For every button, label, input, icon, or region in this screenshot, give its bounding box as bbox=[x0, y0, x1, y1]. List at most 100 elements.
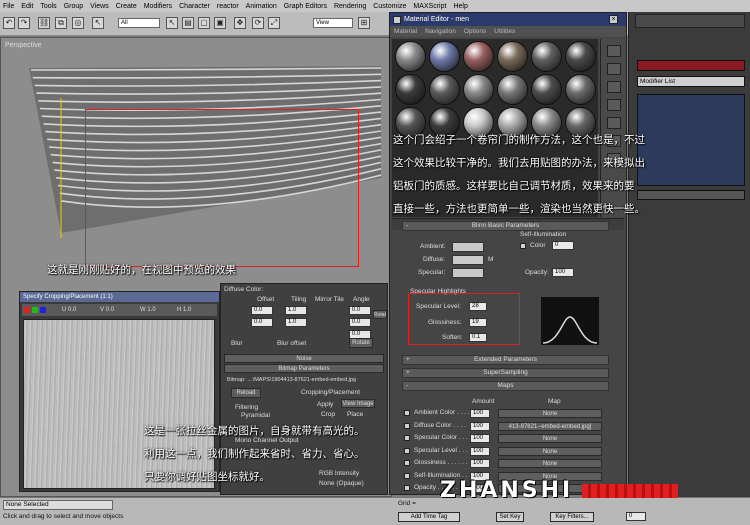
menu-help[interactable]: Help bbox=[453, 3, 467, 10]
command-panel-tabs[interactable] bbox=[635, 14, 745, 28]
crop-h-value[interactable]: H 1.0 bbox=[177, 304, 191, 316]
window-crossing-icon[interactable]: ▣ bbox=[214, 17, 226, 29]
key-filters-button[interactable]: Key Filters... bbox=[550, 512, 594, 522]
redo-icon[interactable]: ↷ bbox=[18, 17, 30, 29]
object-color-swatch[interactable] bbox=[637, 60, 745, 71]
noise-rollout[interactable]: Noise bbox=[224, 354, 384, 363]
sample-sphere[interactable] bbox=[463, 41, 494, 72]
map-amount-spinner[interactable]: 100 bbox=[470, 434, 490, 443]
sample-sphere[interactable] bbox=[565, 41, 596, 72]
unlink-icon[interactable]: ⧉ bbox=[55, 17, 67, 29]
menu-modifiers[interactable]: Modifiers bbox=[144, 3, 172, 10]
map-amount-spinner[interactable]: 100 bbox=[470, 459, 490, 468]
map-enable-checkbox[interactable] bbox=[404, 422, 410, 429]
sample-sphere[interactable] bbox=[463, 74, 494, 105]
map-slot-button[interactable]: None bbox=[498, 459, 602, 468]
undo-icon[interactable]: ↶ bbox=[3, 17, 15, 29]
red-channel-icon[interactable] bbox=[24, 307, 30, 313]
rotate-side-button[interactable]: Rotat bbox=[373, 310, 387, 319]
sample-sphere[interactable] bbox=[395, 74, 426, 105]
sample-sphere[interactable] bbox=[565, 74, 596, 105]
menu-group[interactable]: Group bbox=[64, 3, 83, 10]
bitmap-params-rollout[interactable]: Bitmap Parameters bbox=[224, 364, 384, 373]
map-slot-button[interactable]: None bbox=[498, 434, 602, 443]
menu-graph-editors[interactable]: Graph Editors bbox=[284, 3, 327, 10]
map-enable-checkbox[interactable] bbox=[404, 435, 410, 441]
link-icon[interactable]: ⛓ bbox=[38, 17, 50, 29]
green-channel-icon[interactable] bbox=[32, 307, 38, 313]
reload-button[interactable]: Reload bbox=[231, 388, 261, 398]
rollout-maps[interactable]: - Maps bbox=[402, 381, 609, 391]
rollout-extended[interactable]: + Extended Parameters bbox=[402, 355, 609, 365]
me-menu-navigation[interactable]: Navigation bbox=[425, 26, 456, 37]
select-object-icon[interactable]: ↖ bbox=[166, 17, 178, 29]
menu-maxscript[interactable]: MAXScript bbox=[413, 3, 446, 10]
rotate-icon[interactable]: ⟳ bbox=[252, 17, 264, 29]
modifier-stack[interactable] bbox=[637, 94, 745, 186]
specular-swatch[interactable] bbox=[452, 268, 484, 278]
menu-rendering[interactable]: Rendering bbox=[334, 3, 366, 10]
menu-animation[interactable]: Animation bbox=[246, 3, 277, 10]
side-tool-icon[interactable] bbox=[607, 63, 621, 75]
ambient-swatch[interactable] bbox=[452, 242, 484, 252]
crop-v-value[interactable]: V 0.0 bbox=[100, 304, 114, 316]
sample-sphere[interactable] bbox=[429, 74, 460, 105]
me-menu-utilities[interactable]: Utilities bbox=[494, 26, 515, 37]
map-amount-spinner[interactable]: 100 bbox=[470, 421, 490, 431]
diffuse-swatch[interactable] bbox=[452, 255, 484, 265]
blue-channel-icon[interactable] bbox=[40, 307, 46, 313]
select-move-icon[interactable]: ✥ bbox=[234, 17, 246, 29]
map-enable-checkbox[interactable] bbox=[404, 460, 410, 466]
side-tool-icon[interactable] bbox=[607, 99, 621, 111]
pyramidal-radio[interactable]: Pyramidal bbox=[241, 412, 270, 419]
angle-v[interactable]: 0.0 bbox=[349, 318, 371, 327]
sample-sphere[interactable] bbox=[429, 41, 460, 72]
set-key-button[interactable]: Set Key bbox=[496, 512, 524, 522]
rect-region-icon[interactable]: ▢ bbox=[198, 17, 210, 29]
frame-spinner[interactable]: 0 bbox=[626, 512, 646, 521]
side-tool-icon[interactable] bbox=[607, 117, 621, 129]
sample-sphere[interactable] bbox=[395, 41, 426, 72]
side-tool-icon[interactable] bbox=[607, 81, 621, 93]
bind-icon[interactable]: ◎ bbox=[72, 17, 84, 29]
self-illum-spinner[interactable]: 0 bbox=[552, 241, 574, 250]
rollout-blinn-basic[interactable]: - Blinn Basic Parameters bbox=[402, 221, 609, 231]
menu-reactor[interactable]: reactor bbox=[217, 3, 239, 10]
modifier-list-dropdown[interactable]: Modifier List bbox=[637, 76, 745, 87]
menu-tools[interactable]: Tools bbox=[40, 3, 56, 10]
select-icon[interactable]: ↖ bbox=[92, 17, 104, 29]
opacity-spinner[interactable]: 100 bbox=[552, 268, 574, 277]
offset-v[interactable]: 0.0 bbox=[251, 318, 273, 327]
apply-checkbox[interactable]: Apply bbox=[317, 401, 333, 408]
map-slot-button[interactable]: 413-87621--embed-embed.jpg] bbox=[498, 421, 602, 431]
menu-views[interactable]: Views bbox=[90, 3, 109, 10]
sample-sphere[interactable] bbox=[497, 41, 528, 72]
rollout-supersampling[interactable]: + SuperSampling bbox=[402, 368, 609, 378]
rotate-button[interactable]: Rotate bbox=[349, 338, 373, 348]
tiling-v[interactable]: 1.0 bbox=[285, 318, 307, 327]
map-enable-checkbox[interactable] bbox=[404, 485, 410, 491]
menu-character[interactable]: Character bbox=[179, 3, 210, 10]
map-amount-spinner[interactable]: 100 bbox=[470, 409, 490, 418]
self-illum-color-checkbox[interactable] bbox=[520, 243, 526, 249]
map-slot-button[interactable]: None bbox=[498, 446, 602, 456]
map-enable-checkbox[interactable] bbox=[404, 410, 410, 416]
offset-u[interactable]: 0.0 bbox=[251, 306, 273, 315]
map-amount-spinner[interactable]: 100 bbox=[470, 446, 490, 456]
stack-tools[interactable] bbox=[637, 190, 745, 200]
crop-u-value[interactable]: U 0.0 bbox=[62, 304, 76, 316]
ref-coord-dropdown[interactable]: View bbox=[313, 18, 353, 28]
view-image-button[interactable]: View Image bbox=[341, 399, 375, 408]
sample-sphere[interactable] bbox=[497, 74, 528, 105]
me-menu-material[interactable]: Material bbox=[394, 26, 417, 37]
me-menu-options[interactable]: Options bbox=[464, 26, 486, 37]
tiling-u[interactable]: 1.0 bbox=[285, 306, 307, 315]
selection-filter-dropdown[interactable]: All bbox=[118, 18, 160, 28]
sample-sphere[interactable] bbox=[531, 41, 562, 72]
add-time-tag-button[interactable]: Add Time Tag bbox=[398, 512, 460, 522]
menu-edit[interactable]: Edit bbox=[21, 3, 33, 10]
menu-customize[interactable]: Customize bbox=[373, 3, 406, 10]
crop-radio[interactable]: Crop bbox=[321, 411, 335, 418]
crop-w-value[interactable]: W 1.0 bbox=[140, 304, 156, 316]
bitmap-path[interactable]: Bitmap: …\MAPS\1904413-87621-embed-embed… bbox=[227, 377, 356, 383]
